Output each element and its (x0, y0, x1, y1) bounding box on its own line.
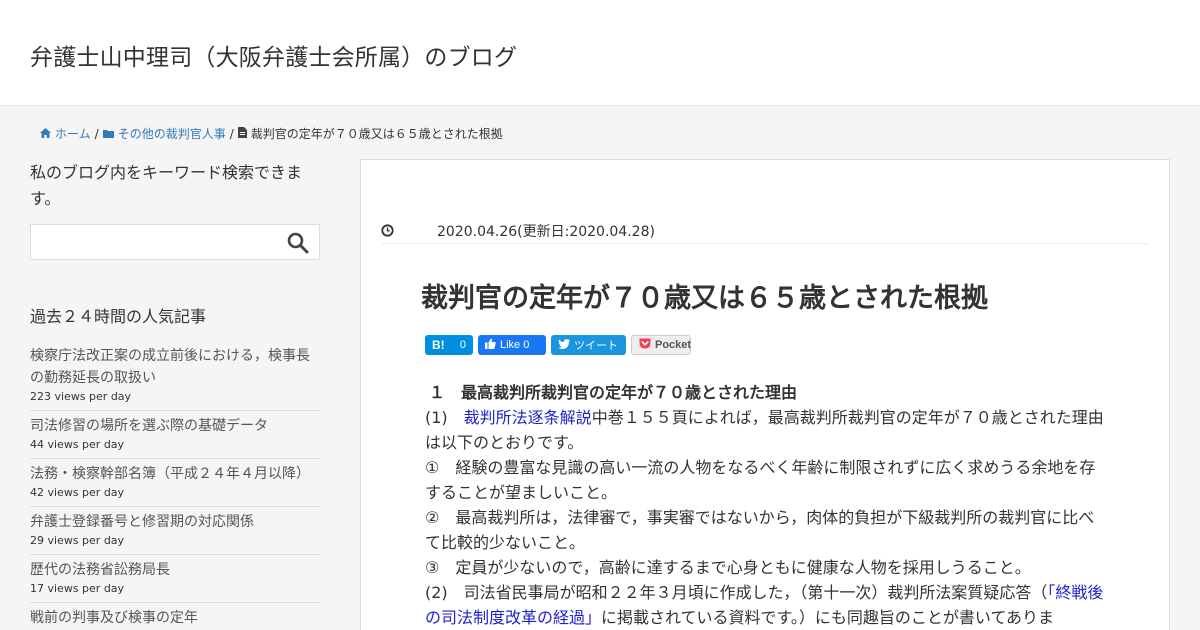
breadcrumb-separator: / (229, 126, 234, 141)
breadcrumb-home-label: ホーム (55, 127, 91, 141)
popular-item: 戦前の判事及び検事の定年 (30, 603, 320, 630)
popular-heading: 過去２４時間の人気記事 (30, 307, 207, 326)
thumbs-up-icon (485, 338, 496, 352)
popular-item-views: 42 views per day (30, 486, 125, 499)
breadcrumb: ホーム / その他の裁判官人事 / 裁判官の定年が７０歳又は６５歳とされた根拠 (40, 125, 503, 142)
pocket-label: Pocket (655, 339, 692, 351)
popular-item: 法務・検察幹部名簿（平成２４年４月以降） 42 views per day (30, 459, 320, 507)
popular-item-views: 44 views per day (30, 438, 125, 451)
search-heading: 私のブログ内をキーワード検索できます。 (30, 163, 303, 208)
post-date: 2020.04.26(更新日:2020.04.28) (437, 224, 655, 240)
content-text: (2) 司法省民事局が昭和２２年３月頃に作成した，（第十一次）裁判所法案質疑応答… (425, 583, 1048, 602)
facebook-like-button[interactable]: Like 0 (478, 335, 546, 355)
clock-icon (381, 222, 394, 241)
content-text: に掲載されている資料です。）にも同趣旨のことが書いてありま (601, 608, 1054, 627)
hatena-bookmark-button[interactable]: B! 0 (425, 335, 473, 355)
hatena-label: B! (432, 338, 445, 352)
twitter-tweet-label: ツイート (574, 340, 618, 352)
content-paragraph: ② 最高裁判所は，法律審で，事実審ではないから，肉体的負担が下級裁判所の裁判官に… (425, 508, 1095, 552)
popular-item-views: 17 views per day (30, 582, 125, 595)
content-paragraph: (1) 裁判所法逐条解説中巻１５５頁によれば，最高裁判所裁判官の定年が７０歳とさ… (425, 405, 1105, 455)
popular-item-link[interactable]: 司法修習の場所を選ぶ際の基礎データ (30, 415, 320, 437)
popular-item: 歴代の法務省訟務局長 17 views per day (30, 555, 320, 603)
home-icon (40, 127, 51, 141)
share-buttons: B! 0 Like 0 ツイート Pocket (425, 335, 691, 355)
content-paragraph: (2) 司法省民事局が昭和２２年３月頃に作成した，（第十一次）裁判所法案質疑応答… (425, 580, 1105, 630)
content-text: (1) (425, 408, 464, 427)
search-box (30, 224, 320, 260)
folder-icon (102, 127, 114, 141)
site-header: 弁護士山中理司（大阪弁護士会所属）のブログ (0, 0, 1200, 106)
twitter-tweet-button[interactable]: ツイート (551, 335, 626, 355)
breadcrumb-category[interactable]: その他の裁判官人事 (102, 125, 226, 142)
pocket-button[interactable]: Pocket (631, 335, 691, 355)
content-heading: １ 最高裁判所裁判官の定年が７０歳とされた理由 (429, 383, 798, 402)
popular-item-views: 29 views per day (30, 534, 125, 547)
post-title: 裁判官の定年が７０歳又は６５歳とされた根拠 (421, 283, 988, 314)
sidebar: 私のブログ内をキーワード検索できます。 過去２４時間の人気記事 検察庁法改正案の… (30, 160, 320, 630)
popular-item-link[interactable]: 検察庁法改正案の成立前後における，検事長の勤務延長の取扱い (30, 345, 320, 389)
popular-item: 弁護士登録番号と修習期の対応関係 29 views per day (30, 507, 320, 555)
post-meta: 2020.04.26(更新日:2020.04.28) (381, 212, 1149, 244)
breadcrumb-current-label: 裁判官の定年が７０歳又は６５歳とされた根拠 (250, 127, 503, 141)
pocket-icon (639, 338, 651, 352)
twitter-bird-icon (558, 338, 570, 352)
site-title[interactable]: 弁護士山中理司（大阪弁護士会所属）のブログ (30, 38, 517, 72)
main-article: 2020.04.26(更新日:2020.04.28) 裁判官の定年が７０歳又は６… (360, 159, 1170, 630)
breadcrumb-separator: / (94, 126, 99, 141)
search-icon[interactable] (287, 232, 309, 254)
hatena-count: 0 (459, 339, 466, 351)
file-icon (237, 126, 247, 141)
popular-list: 検察庁法改正案の成立前後における，検事長の勤務延長の取扱い 223 views … (30, 341, 320, 630)
popular-item: 検察庁法改正案の成立前後における，検事長の勤務延長の取扱い 223 views … (30, 341, 320, 411)
breadcrumb-home[interactable]: ホーム (40, 125, 91, 142)
search-input[interactable] (31, 225, 271, 259)
facebook-like-label: Like 0 (500, 339, 530, 351)
popular-item-views: 223 views per day (30, 390, 132, 403)
content-link[interactable]: 裁判所法逐条解説 (464, 408, 592, 427)
popular-item-link[interactable]: 弁護士登録番号と修習期の対応関係 (30, 511, 320, 533)
breadcrumb-category-label: その他の裁判官人事 (117, 127, 226, 141)
popular-item-link[interactable]: 法務・検察幹部名簿（平成２４年４月以降） (30, 463, 320, 485)
popular-item: 司法修習の場所を選ぶ際の基礎データ 44 views per day (30, 411, 320, 459)
breadcrumb-current: 裁判官の定年が７０歳又は６５歳とされた根拠 (237, 125, 503, 142)
content-paragraph: ① 経験の豊富な見識の高い一流の人物をなるべく年齢に制限されずに広く求めうる余地… (425, 458, 1096, 502)
post-content: １ 最高裁判所裁判官の定年が７０歳とされた理由 (1) 裁判所法逐条解説中巻１５… (425, 380, 1105, 630)
popular-item-link[interactable]: 歴代の法務省訟務局長 (30, 559, 320, 581)
popular-item-link[interactable]: 戦前の判事及び検事の定年 (30, 607, 320, 629)
content-paragraph: ③ 定員が少ないので，高齢に達するまで心身ともに健康な人物を採用しうること。 (425, 558, 1031, 577)
